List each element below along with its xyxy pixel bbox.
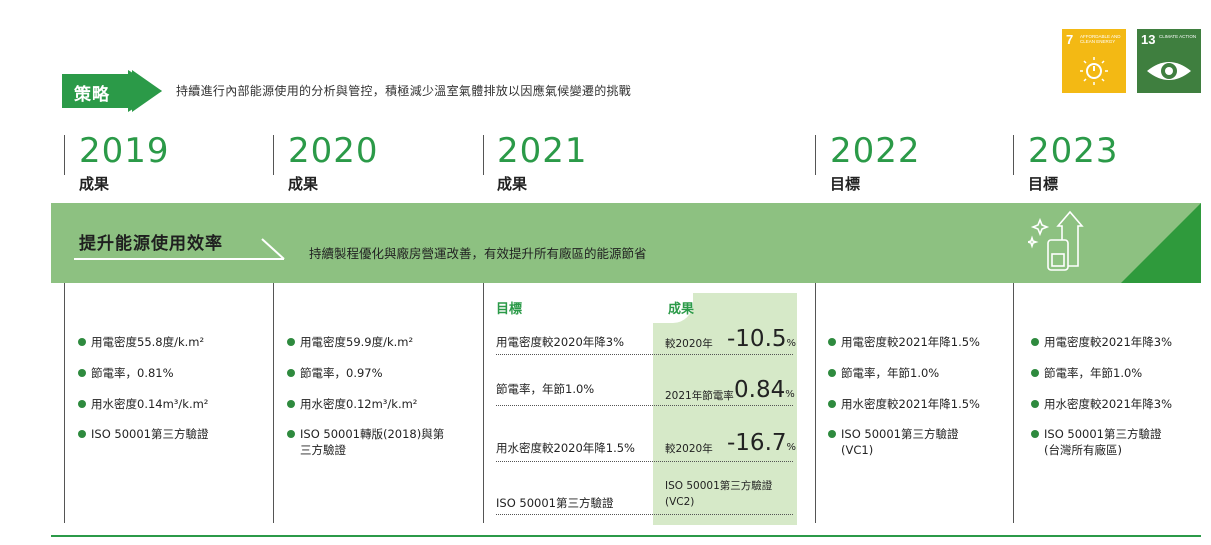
list-item: 節電率，年節1.0% <box>828 365 939 381</box>
strategy-label: 策略 <box>74 85 110 105</box>
bullet-icon <box>78 430 86 438</box>
energy-efficiency-icon <box>1028 210 1084 271</box>
result-line1: ISO 50001第三方驗證 <box>665 480 773 492</box>
strategy-text: 持續進行內部能源使用的分析與管控，積極減少溫室氣體排放以因應氣候變遷的挑戰 <box>176 84 632 98</box>
sdg13-icon: 13 CLIMATE ACTION <box>1137 29 1201 93</box>
list-item: 用電密度較2021年降1.5% <box>828 334 980 350</box>
bullet-icon <box>828 400 836 408</box>
list-item: 用水密度較2021年降1.5% <box>828 396 980 412</box>
result-value: -10.5% <box>727 326 797 352</box>
result-value: 0.84% <box>734 377 795 403</box>
year-2023: 2023 <box>1028 131 1119 171</box>
target-item: ISO 50001第三方驗證 <box>496 496 614 510</box>
result-value: -16.7% <box>727 430 797 456</box>
bottom-rule <box>51 535 1201 537</box>
col-2023-list: 用電密度較2021年降3% 節電率，年節1.0% 用水密度較2021年降3% I… <box>1031 334 1206 514</box>
list-item: ISO 50001第三方驗證 <box>828 426 958 442</box>
list-item: 節電率，0.97% <box>287 365 383 381</box>
dotted-divider <box>496 354 793 355</box>
result-line2: (VC2) <box>665 496 695 508</box>
bullet-icon <box>78 338 86 346</box>
list-item-continuation: 三方驗證 <box>300 443 346 457</box>
year-2020-label: 成果 <box>288 175 319 193</box>
list-item: 用水密度較2021年降3% <box>1031 396 1172 412</box>
band-description: 持續製程優化與廠房營運改善，有效提升所有廠區的能源節省 <box>309 246 647 261</box>
bullet-icon <box>828 430 836 438</box>
list-item: ISO 50001轉版(2018)與第 <box>287 426 444 442</box>
bullet-icon <box>1031 338 1039 346</box>
list-item: 用電密度較2021年降3% <box>1031 334 1172 350</box>
bullet-icon <box>1031 369 1039 377</box>
col-divider <box>483 283 484 523</box>
bullet-icon <box>287 338 295 346</box>
list-item: 節電率，年節1.0% <box>1031 365 1142 381</box>
bullet-icon <box>1031 430 1039 438</box>
sdg7-icon: 7 AFFORDABLE AND CLEAN ENERGY <box>1062 29 1126 93</box>
col-divider <box>815 283 816 523</box>
col-divider <box>273 135 274 175</box>
year-2019-label: 成果 <box>79 175 110 193</box>
list-item: 用水密度0.12m³/k.m² <box>287 396 417 412</box>
sun-power-icon <box>1080 57 1108 85</box>
year-2022-label: 目標 <box>830 175 861 193</box>
result-prefix: 較2020年 <box>665 338 713 350</box>
year-2021-label: 成果 <box>497 175 528 193</box>
col-divider <box>1013 135 1014 175</box>
col-2022-list: 用電密度較2021年降1.5% 節電率，年節1.0% 用水密度較2021年降1.… <box>828 334 1008 514</box>
bullet-icon <box>78 400 86 408</box>
target-item: 用電密度較2020年降3% <box>496 335 625 349</box>
dotted-divider <box>496 405 793 406</box>
result-heading: 成果 <box>668 302 695 317</box>
band-corner-triangle <box>1121 203 1201 283</box>
target-item: 用水密度較2020年降1.5% <box>496 441 635 455</box>
list-item: ISO 50001第三方驗證 <box>78 426 208 442</box>
col-2019-list: 用電密度55.8度/k.m² 節電率，0.81% 用水密度0.14m³/k.m²… <box>78 334 268 514</box>
list-item: 用水密度0.14m³/k.m² <box>78 396 208 412</box>
target-heading: 目標 <box>496 302 523 317</box>
list-item-continuation: (VC1) <box>841 443 874 457</box>
year-2019: 2019 <box>79 131 170 171</box>
eye-globe-icon <box>1147 62 1191 80</box>
band-arrow-icon <box>74 238 285 260</box>
result-prefix: 較2020年 <box>665 443 713 455</box>
dotted-divider <box>496 461 793 462</box>
year-2021: 2021 <box>497 131 588 171</box>
col-divider <box>64 283 65 523</box>
col-2020-list: 用電密度59.9度/k.m² 節電率，0.97% 用水密度0.12m³/k.m²… <box>287 334 477 514</box>
list-item: 用電密度55.8度/k.m² <box>78 334 204 350</box>
bullet-icon <box>1031 400 1039 408</box>
year-2023-label: 目標 <box>1028 175 1059 193</box>
year-2022: 2022 <box>830 131 921 171</box>
result-prefix: 2021年節電率 <box>665 390 734 402</box>
list-item-continuation: (台灣所有廠區) <box>1044 443 1122 457</box>
bullet-icon <box>78 369 86 377</box>
col-divider <box>483 135 484 175</box>
col-divider <box>815 135 816 175</box>
list-item: 節電率，0.81% <box>78 365 174 381</box>
bullet-icon <box>828 338 836 346</box>
dotted-divider <box>496 514 793 515</box>
col-divider <box>1013 283 1014 523</box>
bullet-icon <box>287 430 295 438</box>
list-item: ISO 50001第三方驗證 <box>1031 426 1161 442</box>
bullet-icon <box>287 369 295 377</box>
list-item: 用電密度59.9度/k.m² <box>287 334 413 350</box>
target-item: 節電率，年節1.0% <box>496 382 595 396</box>
year-2020: 2020 <box>288 131 379 171</box>
bullet-icon <box>287 400 295 408</box>
col-divider <box>64 135 65 175</box>
bullet-icon <box>828 369 836 377</box>
col-divider <box>273 283 274 523</box>
